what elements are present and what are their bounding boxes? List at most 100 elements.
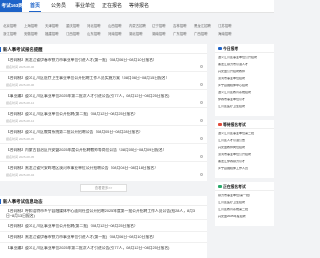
nav-civil-servant[interactable]: 公务员: [51, 2, 66, 11]
region-link[interactable]: 湖南招聘: [152, 32, 166, 36]
side-link[interactable]: 兴安盟教师岗位招聘: [218, 146, 272, 150]
clock-icon: [200, 155, 203, 158]
side-link[interactable]: 黑龙江伊春铁力引才: [218, 160, 272, 164]
more-row: 查看更多>>: [0, 184, 207, 193]
item-meta: 报名时间 2025-08-05: [6, 137, 35, 141]
region-link[interactable]: 上海招聘: [24, 24, 38, 28]
item-title[interactable]: 【合同制】遵义汇川区事业单位公开招聘(第二批)（08月12日~08月25日报名）: [6, 112, 196, 117]
region-link[interactable]: 河北招聘: [87, 24, 101, 28]
top-nav: 考试163网 首页 公务员 事业单位 正在报名 等待报名: [0, 0, 274, 13]
region-link[interactable]: 重庆招聘: [66, 24, 80, 28]
region-link[interactable]: 内蒙古招聘: [129, 24, 146, 28]
region-link[interactable]: 北京招聘: [3, 24, 17, 28]
panel-header: 新人事考试报名提醒: [0, 44, 207, 54]
site-logo[interactable]: 考试163网: [0, 0, 22, 12]
region-link[interactable]: 广东招聘: [173, 32, 187, 36]
nav-waiting[interactable]: 等待报名: [129, 2, 149, 11]
side-link[interactable]: 兴安盟2025年度招聘: [218, 215, 272, 219]
item-title[interactable]: 【事业编】遵义汇川区事业单位2025年第二批次人才引进公告(引77人，08月12…: [6, 94, 196, 99]
waiting-exams-box: 等待报名考试 遵义汇川区事业单位第二批 汇川区人才引进公告 兴安盟教师岗位招聘 …: [215, 120, 274, 178]
list-item[interactable]: 【合同制】遵义汇川区事业单位公开招聘(第二批)（08月12日~08月25日报名）…: [0, 108, 207, 126]
calendar-icon: [218, 46, 222, 51]
side-link[interactable]: 乡宁县融媒体工作人员: [218, 167, 272, 171]
nav-registering[interactable]: 正在报名: [102, 2, 122, 11]
side-header: 今日报考: [215, 44, 274, 53]
item-title[interactable]: 【合同制】遵义汇川区教育系统第二批公开招聘公告（08月05日~08月28日报名）: [6, 130, 196, 135]
item-meta: 报名时间 2025-08-12: [6, 119, 35, 123]
list-item[interactable]: 【合同制】黑龙江省伊春市铁力市事业单位引进人才(第一批)（08月06日~08月1…: [0, 232, 207, 243]
item-title[interactable]: 【事业编】遵义汇川区事业单位2025年第二批次人才引进公告(引77人，08月12…: [6, 246, 196, 251]
region-link[interactable]: 福建招聘: [45, 32, 59, 36]
item-title[interactable]: 【合同制】黑龙江省伊春市铁力市事业单位引进人才(第一批)（08月06日~08月1…: [6, 58, 196, 63]
item-meta: 报名时间 2025-08-04: [6, 173, 35, 177]
exam-news-panel: 新人事考试信息动态 【合同制】呼和浩特市乡宁县融媒体中心面向社会公开招聘2025…: [0, 196, 207, 258]
region-link[interactable]: 广西招聘: [194, 32, 208, 36]
list-item[interactable]: 【合同制】内蒙古自治区兴安盟2025年度公开招聘教师等岗位公告（08月05日~0…: [0, 144, 207, 162]
item-title[interactable]: 【合同制】呼和浩特市乡宁县融媒体中心面向社会公开招聘2025年度第一批公开招聘工…: [6, 209, 196, 218]
clock-icon: [200, 83, 203, 86]
region-link[interactable]: 海南招聘: [218, 32, 232, 36]
side-title: 今日报考: [223, 46, 239, 51]
side-link[interactable]: 遵义汇川区教育系统招聘: [218, 91, 272, 95]
side-link[interactable]: 黑龙江铁力市引进人才: [218, 63, 272, 67]
region-link[interactable]: 黑龙江招聘: [194, 24, 211, 28]
item-meta: 报名时间 2025-08-06: [6, 83, 35, 87]
item-title[interactable]: 【合同制】黑龙江省伊春市铁力市事业单位引进人才(第一批)（08月06日~08月1…: [6, 235, 196, 240]
list-item[interactable]: 【合同制】黑龙江省兴安岭地区漠河市事业单位公开招聘公告（08月04日~08月18…: [0, 162, 207, 180]
panel-title: 新人事考试信息动态: [3, 199, 43, 204]
side-link[interactable]: 汇川区医疗卫生招聘: [218, 105, 272, 109]
side-link[interactable]: 汇川区医疗卫生招聘: [218, 201, 272, 205]
side-link[interactable]: 兴安盟公开招聘教师: [218, 70, 272, 74]
list-item[interactable]: 【合同制】遵义汇川区事业单位公开招聘(第二批)（08月12日~08月25日报名）: [0, 221, 207, 232]
side-title: 等待报名考试: [223, 122, 246, 127]
side-link[interactable]: 遵义汇川区事业单位公开招聘: [218, 56, 272, 60]
list-item[interactable]: 【合同制】黑龙江省伊春市铁力市事业单位引进人才(第一批)（08月06日~08月1…: [0, 54, 207, 72]
region-link[interactable]: 河南招聘: [108, 32, 122, 36]
registering-exams-box: 正在报名考试 铁力市事业单位(第一批) 汇川区医疗卫生招聘 汇川区教育系统第二批…: [215, 182, 274, 226]
clock-icon: [200, 65, 203, 68]
nav-home[interactable]: 首页: [30, 2, 40, 11]
nav-public-institution[interactable]: 事业单位: [75, 2, 95, 11]
region-link[interactable]: 浙江招聘: [3, 32, 17, 36]
region-link[interactable]: 江西招聘: [66, 32, 80, 36]
region-link[interactable]: 吉林招聘: [173, 24, 187, 28]
item-title[interactable]: 【合同制】黑龙江省兴安岭地区漠河市事业单位公开招聘公告（08月04日~08月18…: [6, 166, 196, 171]
side-link[interactable]: 铁力市事业单位(第一批): [218, 194, 272, 198]
region-link[interactable]: 天津招聘: [45, 24, 59, 28]
region-link[interactable]: 湖北招聘: [129, 32, 143, 36]
side-link[interactable]: 伊春市事业单位引才: [218, 98, 272, 102]
more-button[interactable]: 查看更多>>: [79, 184, 128, 192]
clock-icon: [218, 122, 222, 127]
clock-icon: [200, 173, 203, 176]
side-link[interactable]: 汇川区人才引进公告: [218, 139, 272, 143]
panel-header: 新人事考试信息动态: [0, 196, 207, 206]
side-link[interactable]: 汇川区教育系统第二批: [218, 208, 272, 212]
side-link[interactable]: 漠河市事业单位公开招聘: [218, 153, 272, 157]
side-link[interactable]: 漠河市事业单位招聘: [218, 77, 272, 81]
clock-icon: [200, 137, 203, 140]
item-title[interactable]: 【合同制】遵义汇川区医疗卫生事业单位公开招聘工作人员实施方案（08月06日~08…: [6, 76, 196, 81]
list-item[interactable]: 【事业编】遵义汇川区事业单位2025年第二批次人才引进公告(引77人，08月12…: [0, 90, 207, 108]
region-link[interactable]: 山东招聘: [87, 32, 101, 36]
nav-active-indicator: [29, 11, 41, 13]
list-item[interactable]: 【合同制】呼和浩特市乡宁县融媒体中心面向社会公开招聘2025年度第一批公开招聘工…: [0, 206, 207, 220]
region-link[interactable]: 江苏招聘: [218, 24, 232, 28]
header-accent: [0, 47, 2, 52]
side-link[interactable]: 乡宁县融媒体中心招聘: [218, 84, 272, 88]
item-meta: 报名时间 2025-08-12: [6, 101, 35, 105]
region-link[interactable]: 辽宁招聘: [152, 24, 166, 28]
region-link[interactable]: 安徽招聘: [24, 32, 38, 36]
item-meta: 报名时间 2025-08-06: [6, 65, 35, 69]
side-header: 等待报名考试: [215, 120, 274, 129]
panel-title: 新人事考试报名提醒: [3, 47, 43, 52]
list-item[interactable]: 【事业编】遵义汇川区事业单位2025年第二批次人才引进公告(引77人，08月12…: [0, 243, 207, 254]
list-item[interactable]: 【合同制】遵义汇川区医疗卫生事业单位公开招聘工作人员实施方案（08月06日~08…: [0, 72, 207, 90]
item-title[interactable]: 【合同制】内蒙古自治区兴安盟2025年度公开招聘教师等岗位公告（08月05日~0…: [6, 148, 196, 153]
item-meta: 报名时间 2025-08-05: [6, 155, 35, 159]
region-link[interactable]: 山西招聘: [108, 24, 122, 28]
exam-registration-panel: 新人事考试报名提醒 【合同制】黑龙江省伊春市铁力市事业单位引进人才(第一批)（0…: [0, 44, 207, 181]
list-item[interactable]: 【合同制】遵义汇川区教育系统第二批公开招聘公告（08月05日~08月28日报名）…: [0, 126, 207, 144]
today-exams-box: 今日报考 遵义汇川区事业单位公开招聘 黑龙江铁力市引进人才 兴安盟公开招聘教师 …: [215, 44, 274, 116]
side-link[interactable]: 遵义汇川区事业单位第二批: [218, 132, 272, 136]
item-title[interactable]: 【合同制】遵义汇川区事业单位公开招聘(第二批)（08月12日~08月25日报名）: [6, 224, 196, 229]
